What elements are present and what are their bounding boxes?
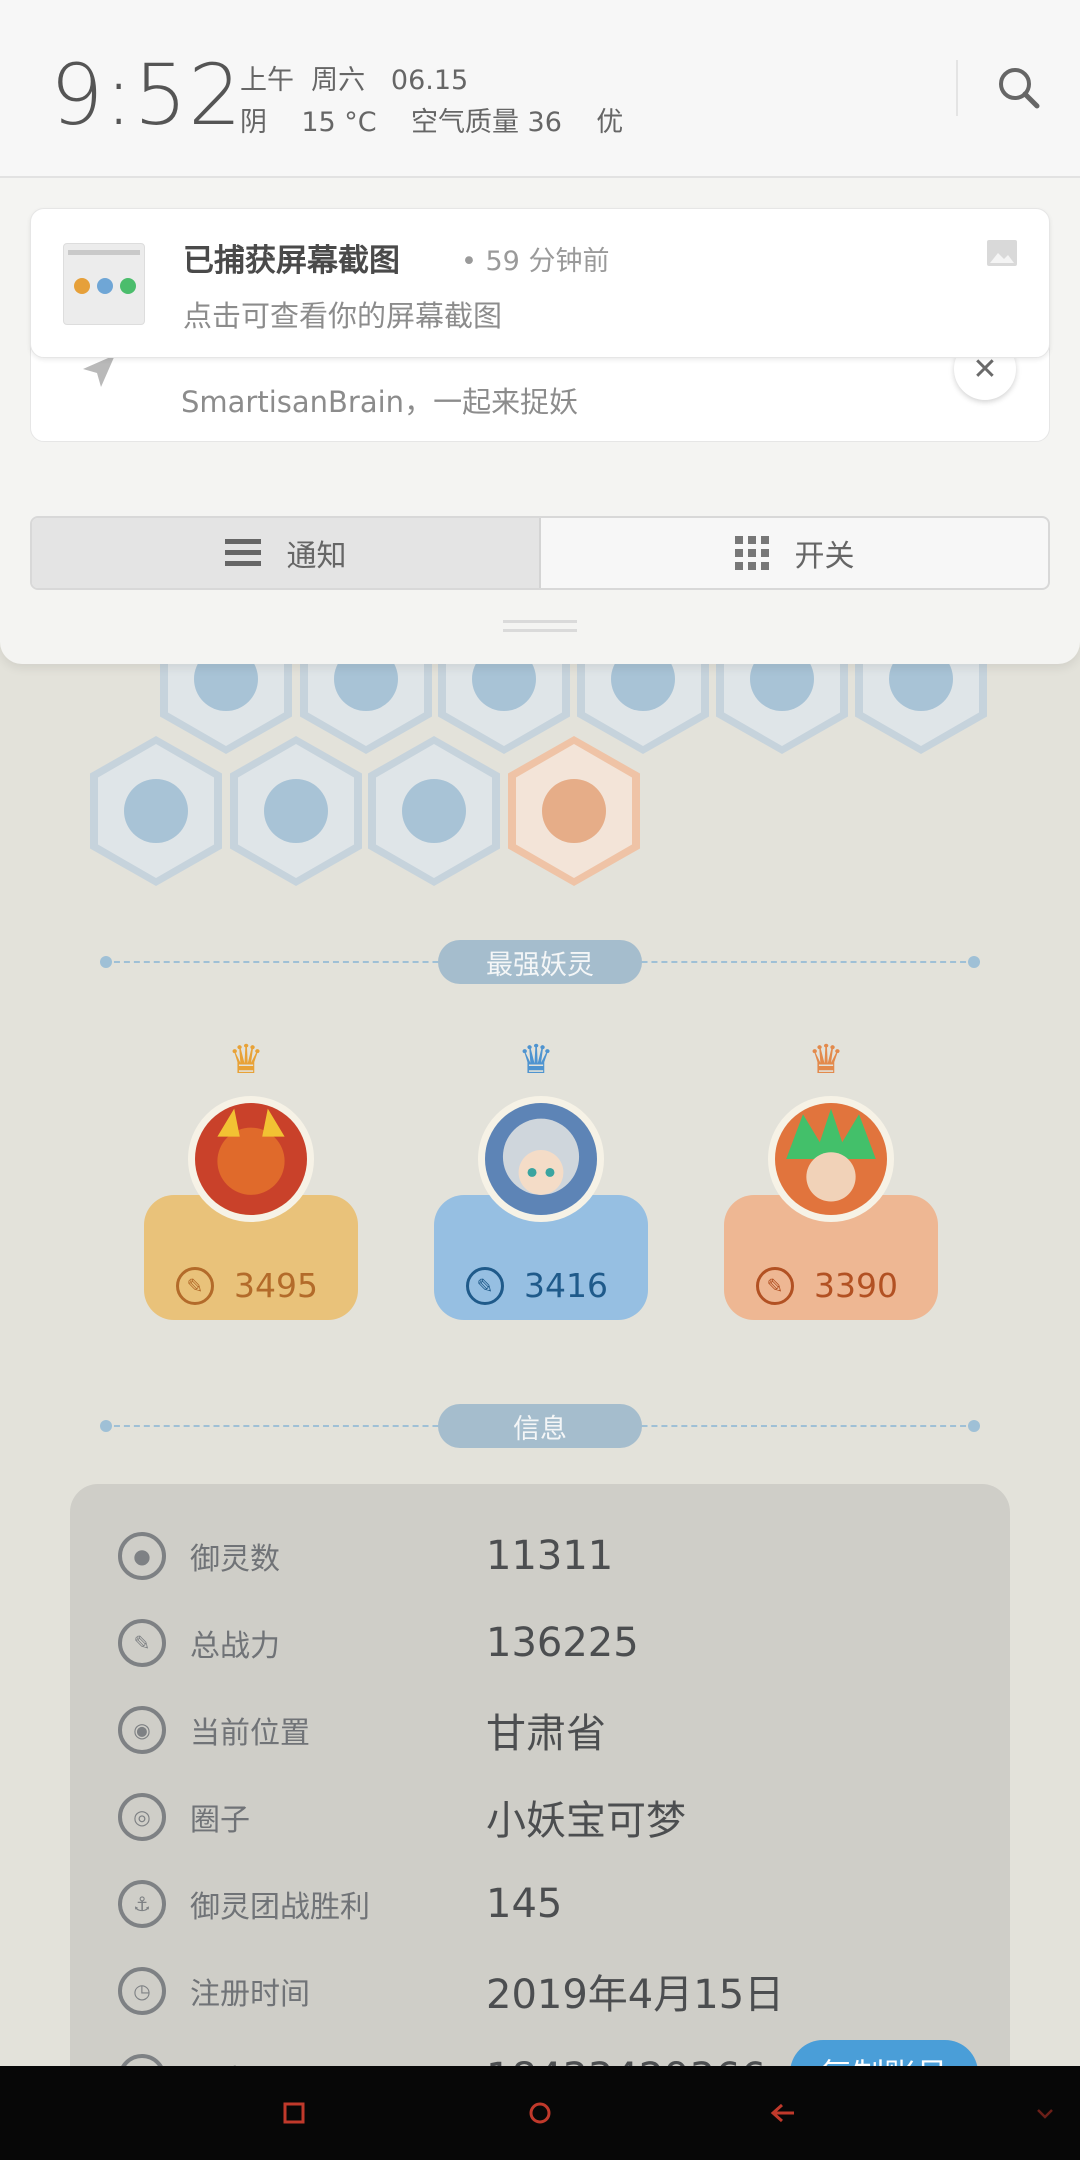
- section-divider-info: 信息: [100, 1404, 980, 1448]
- badge-hex-active[interactable]: [508, 736, 640, 886]
- divider: [956, 60, 958, 116]
- info-label: 总战力: [190, 1629, 280, 1664]
- info-label: 御灵团战胜利: [190, 1890, 370, 1925]
- location-icon: ◉: [118, 1706, 166, 1754]
- info-value: 2019年4月15日: [486, 1972, 785, 2018]
- info-row: ⚓ 御灵团战胜利 145: [118, 1874, 978, 1934]
- list-icon: [224, 539, 261, 566]
- info-row: ◉ 当前位置 甘肃省: [118, 1700, 978, 1760]
- shade-tabs: 通知 开关: [30, 516, 1050, 590]
- notification-time: • 59 分钟前: [461, 246, 610, 277]
- info-row: ◎ 圈子 小妖宝可梦: [118, 1787, 978, 1847]
- weather-text: 阴 15 °C 空气质量 36 优: [240, 107, 624, 138]
- search-icon[interactable]: [997, 66, 1041, 110]
- back-button[interactable]: [760, 2090, 806, 2136]
- notification-title: 已捕获屏幕截图: [183, 243, 400, 279]
- chevron-down-icon: [1037, 2109, 1053, 2119]
- tab-label: 开关: [794, 539, 855, 574]
- info-row: ◷ 注册时间 2019年4月15日: [118, 1961, 978, 2021]
- info-row: ● 御灵数 11311: [118, 1526, 978, 1586]
- navigation-bar: [0, 2066, 1080, 2160]
- spirit-icon: ●: [118, 1532, 166, 1580]
- clock-icon: ◷: [118, 1967, 166, 2015]
- avatar: [768, 1096, 894, 1222]
- sword-icon: ✎: [118, 1619, 166, 1667]
- sword-icon: ✎: [466, 1266, 504, 1305]
- info-value: 甘肃省: [486, 1711, 606, 1757]
- section-title: 信息: [438, 1404, 642, 1448]
- info-value: 145: [486, 1881, 563, 1927]
- info-label: 注册时间: [190, 1977, 310, 2012]
- recents-button[interactable]: [271, 2090, 317, 2136]
- tab-toggles[interactable]: 开关: [541, 518, 1048, 588]
- info-label: 御灵数: [190, 1542, 280, 1577]
- champion-power: 3495: [234, 1266, 318, 1305]
- sword-icon: ✎: [176, 1266, 214, 1305]
- notification-text: SmartisanBrain，一起来捉妖: [181, 385, 579, 419]
- badge-hex[interactable]: [368, 736, 500, 886]
- square-icon: [283, 2102, 305, 2124]
- sword-icon: ✎: [756, 1266, 794, 1305]
- notification-shade: 9:52 上午 周六 06.15 阴 15 °C 空气质量 36 优 Smart…: [0, 0, 1080, 664]
- status-header: 9:52 上午 周六 06.15 阴 15 °C 空气质量 36 优: [0, 0, 1080, 178]
- crown-icon: ♛: [228, 1037, 264, 1083]
- champion-power: 3416: [524, 1266, 608, 1305]
- anchor-icon: ⚓: [118, 1880, 166, 1928]
- drag-handle[interactable]: [503, 620, 577, 640]
- circle-home-icon: [529, 2102, 551, 2124]
- tab-notifications[interactable]: 通知: [32, 518, 541, 588]
- circle-icon: ◎: [118, 1793, 166, 1841]
- date-text: 上午 周六 06.15: [240, 65, 469, 96]
- clock: 9:52: [50, 46, 243, 144]
- info-label: 当前位置: [190, 1716, 310, 1751]
- tab-label: 通知: [286, 539, 347, 574]
- info-label: 圈子: [190, 1803, 250, 1838]
- info-row: ✎ 总战力 136225: [118, 1613, 978, 1673]
- champion-power: 3390: [814, 1266, 898, 1305]
- grid-icon: [734, 536, 769, 570]
- info-value: 11311: [486, 1533, 614, 1579]
- avatar: [188, 1096, 314, 1222]
- crown-icon: ♛: [518, 1037, 554, 1083]
- notification-screenshot[interactable]: 已捕获屏幕截图 • 59 分钟前 点击可查看你的屏幕截图: [30, 208, 1050, 358]
- badge-hex[interactable]: [230, 736, 362, 886]
- notification-text: 点击可查看你的屏幕截图: [183, 299, 503, 333]
- badge-hex[interactable]: [90, 736, 222, 886]
- info-value: 136225: [486, 1620, 639, 1666]
- image-icon: [987, 240, 1017, 266]
- crown-icon: ♛: [808, 1037, 844, 1083]
- section-divider-strongest: 最强妖灵: [100, 940, 980, 984]
- home-button[interactable]: [517, 2090, 563, 2136]
- section-title: 最强妖灵: [438, 940, 642, 984]
- back-arrow-icon: [770, 2103, 794, 2123]
- screenshot-thumbnail: [63, 243, 145, 325]
- avatar: [478, 1096, 604, 1222]
- collapse-button[interactable]: [1022, 2090, 1068, 2136]
- info-panel: ● 御灵数 11311 ✎ 总战力 136225 ◉ 当前位置 甘肃省 ◎ 圈子…: [70, 1484, 1010, 2106]
- info-value: 小妖宝可梦: [486, 1798, 686, 1844]
